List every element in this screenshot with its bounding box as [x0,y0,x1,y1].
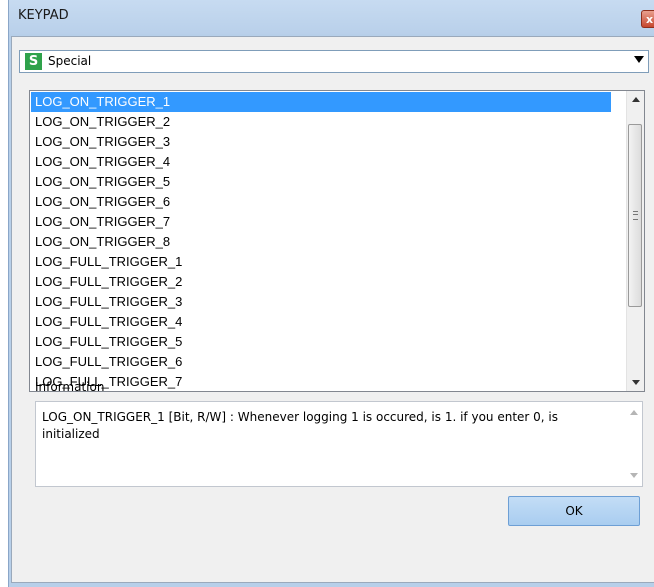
list-item[interactable]: LOG_ON_TRIGGER_5 [31,172,611,192]
information-text: LOG_ON_TRIGGER_1 [Bit, R/W] : Whenever l… [42,410,558,441]
list-item[interactable]: LOG_ON_TRIGGER_3 [31,132,611,152]
category-dropdown[interactable]: S Special [19,50,649,73]
list-item[interactable]: LOG_ON_TRIGGER_8 [31,232,611,252]
window-title: KEYPAD [18,8,69,23]
info-scrollbar [625,402,642,486]
information-label: Information [35,380,105,394]
list-item[interactable]: LOG_ON_TRIGGER_2 [31,112,611,132]
chevron-down-icon[interactable] [634,56,644,63]
ok-button[interactable]: OK [508,496,640,526]
trigger-listbox[interactable]: LOG_ON_TRIGGER_1 LOG_ON_TRIGGER_2 LOG_ON_T… [29,90,645,392]
list-item[interactable]: LOG_FULL_TRIGGER_3 [31,292,611,312]
scroll-thumb[interactable] [628,124,642,307]
list-item[interactable]: LOG_FULL_TRIGGER_6 [31,352,611,372]
arrow-down-icon [632,380,640,385]
list-item[interactable]: LOG_FULL_TRIGGER_4 [31,312,611,332]
list-item[interactable]: LOG_ON_TRIGGER_7 [31,212,611,232]
close-button[interactable]: x [641,10,654,28]
list-item[interactable]: LOG_FULL_TRIGGER_5 [31,332,611,352]
list-item[interactable]: LOG_FULL_TRIGGER_1 [31,252,611,272]
background-strip [0,0,8,587]
title-bar: KEYPAD x [9,0,654,34]
arrow-up-icon [630,410,638,415]
scroll-down-button[interactable] [627,374,644,391]
information-textbox[interactable]: LOG_ON_TRIGGER_1 [Bit, R/W] : Whenever l… [35,401,643,487]
keypad-dialog: KEYPAD x S Special LOG_ON_TRIGGER_1 LOG_O… [8,0,654,587]
list-items: LOG_ON_TRIGGER_1 LOG_ON_TRIGGER_2 LOG_ON_T… [31,92,611,390]
list-scrollbar[interactable] [626,91,644,391]
arrow-down-icon [630,473,638,478]
list-item[interactable]: LOG_FULL_TRIGGER_2 [31,272,611,292]
list-item[interactable]: LOG_FULL_TRIGGER_7 [31,372,611,390]
special-category-icon: S [25,53,42,70]
list-item[interactable]: LOG_ON_TRIGGER_6 [31,192,611,212]
scroll-up-button[interactable] [627,91,644,108]
list-item[interactable]: LOG_ON_TRIGGER_1 [31,92,611,112]
grip-icon [633,211,638,220]
list-item[interactable]: LOG_ON_TRIGGER_4 [31,152,611,172]
arrow-up-icon [632,97,640,102]
close-icon: x [646,13,654,26]
category-selected-value: Special [48,54,92,68]
